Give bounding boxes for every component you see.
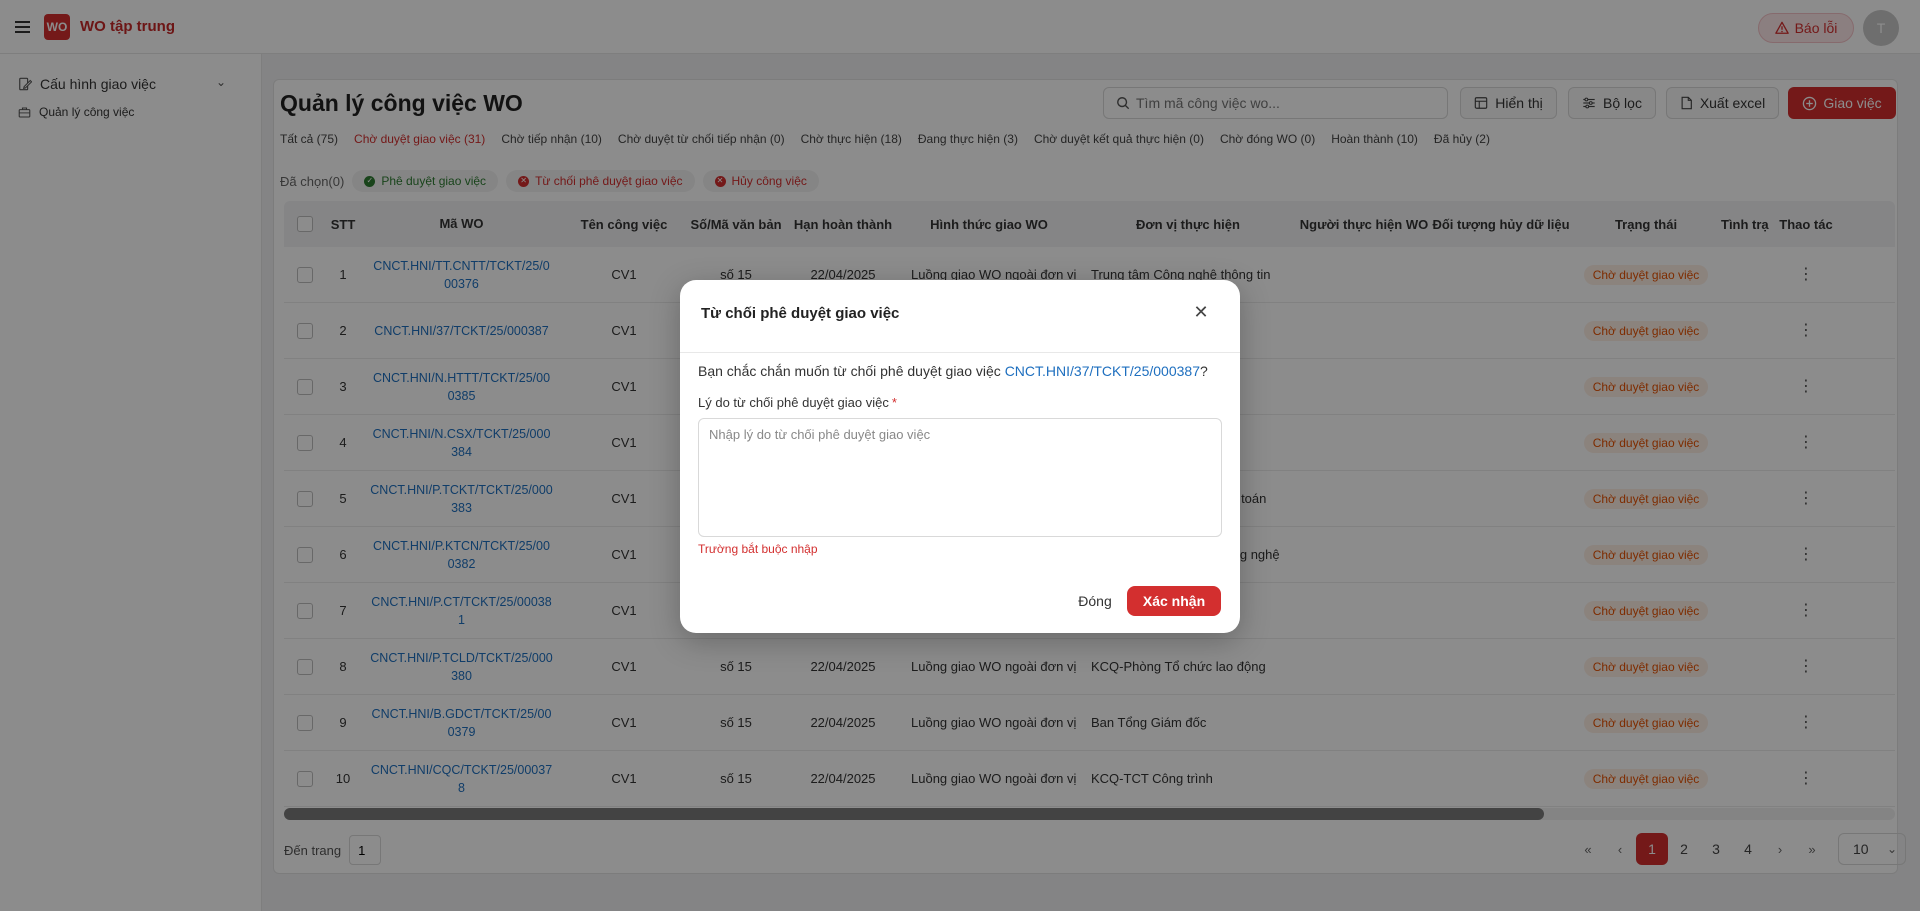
confirm-wo-code[interactable]: CNCT.HNI/37/TCKT/25/000387 [1005,363,1200,379]
reason-textarea[interactable] [698,418,1222,537]
close-icon[interactable]: ✕ [1190,301,1212,323]
confirm-message-suffix: ? [1200,363,1208,379]
confirm-message-prefix: Bạn chắc chắn muốn từ chối phê duyệt gia… [698,363,1001,379]
confirm-message: Bạn chắc chắn muốn từ chối phê duyệt gia… [698,363,1208,379]
dialog-divider [680,352,1240,353]
required-error: Trường bắt buộc nhập [698,542,818,556]
reason-label: Lý do từ chối phê duyệt giao việc * [698,395,897,410]
reason-label-text: Lý do từ chối phê duyệt giao việc [698,395,889,410]
close-button[interactable]: Đóng [1068,586,1122,616]
dialog-title: Từ chối phê duyệt giao việc [701,305,900,322]
reject-approval-dialog: Từ chối phê duyệt giao việc ✕ Bạn chắc c… [680,280,1240,633]
required-mark: * [891,395,897,410]
confirm-button[interactable]: Xác nhận [1127,586,1221,616]
